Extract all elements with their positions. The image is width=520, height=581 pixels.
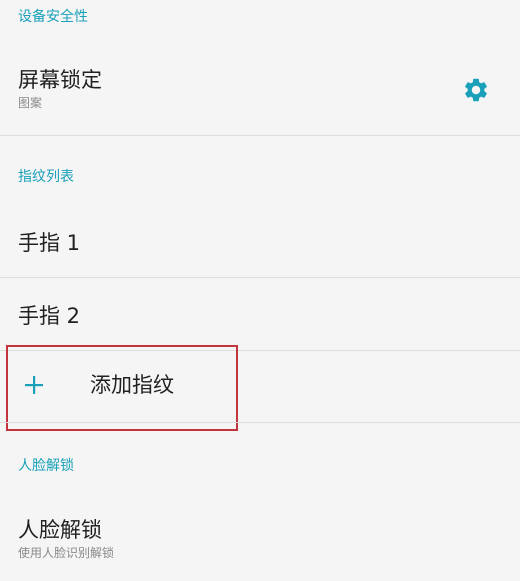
fingerprint-item-1[interactable]: 手指 1 xyxy=(0,205,520,277)
screen-lock-item[interactable]: 屏幕锁定 图案 xyxy=(0,40,520,135)
screen-lock-subtitle: 图案 xyxy=(18,96,43,110)
section-header-device-security: 设备安全性 xyxy=(18,9,88,25)
section-header-face-unlock: 人脸解锁 xyxy=(18,458,74,474)
screen-lock-title: 屏幕锁定 xyxy=(18,68,102,92)
fingerprint-label: 手指 1 xyxy=(18,231,81,255)
section-header-fingerprint-list: 指纹列表 xyxy=(18,169,74,185)
divider xyxy=(0,135,520,136)
fingerprint-item-2[interactable]: 手指 2 xyxy=(0,278,520,350)
gear-icon[interactable] xyxy=(462,76,490,104)
face-unlock-subtitle: 使用人脸识别解锁 xyxy=(18,546,115,560)
divider xyxy=(0,422,520,423)
fingerprint-label: 手指 2 xyxy=(18,304,81,328)
add-fingerprint-button[interactable] xyxy=(0,351,520,422)
face-unlock-item[interactable]: 人脸解锁 使用人脸识别解锁 xyxy=(0,490,520,581)
plus-icon xyxy=(25,376,43,394)
face-unlock-title: 人脸解锁 xyxy=(18,518,102,542)
add-fingerprint-label: 添加指纹 xyxy=(90,373,174,397)
